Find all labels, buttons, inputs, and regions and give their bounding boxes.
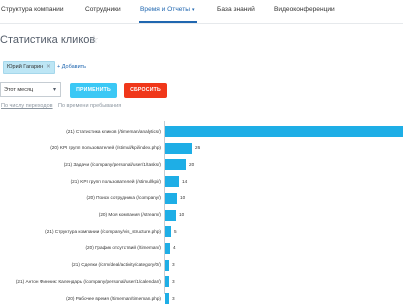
bar[interactable] bbox=[165, 176, 179, 188]
filter-bar: Юрий Гагарин ✕ + Добавить bbox=[0, 58, 403, 74]
nav-item-time-reports[interactable]: Время и Отчеты ▾ bbox=[140, 6, 195, 13]
bar-value-label: 3 bbox=[172, 278, 175, 284]
bar-label: (21) Структура компании (/company/vis_st… bbox=[45, 228, 161, 234]
top-navigation: Структура компании Сотрудники Время и От… bbox=[0, 0, 403, 24]
bar-label: (21) KPI групп пользователей (/stimul/kp… bbox=[70, 178, 161, 184]
sort-tab-by-time[interactable]: По времени пребывания bbox=[58, 103, 121, 109]
nav-item-video-conferences[interactable]: Видеоконференции bbox=[274, 6, 335, 13]
add-filter-link[interactable]: + Добавить bbox=[57, 64, 86, 70]
sort-tab-by-clicks[interactable]: По числу переходов bbox=[1, 103, 53, 109]
bar[interactable] bbox=[165, 293, 169, 304]
bar-label: (21) Сделки (/crm/deal/activity/category… bbox=[71, 262, 161, 268]
star-icon[interactable]: ☆ bbox=[89, 33, 99, 46]
bar-value-label: 14 bbox=[182, 178, 188, 184]
bar[interactable] bbox=[165, 142, 192, 154]
bar[interactable] bbox=[165, 259, 169, 271]
period-select[interactable]: Этот месяц ▾ bbox=[0, 82, 61, 97]
bar[interactable] bbox=[165, 126, 403, 137]
bar-label: (20) Поиск сотрудника (/company/) bbox=[86, 195, 161, 201]
nav-item-knowledge-base[interactable]: База знаний bbox=[217, 6, 255, 13]
bar-value-label: 3 bbox=[172, 262, 175, 268]
nav-item-structure[interactable]: Структура компании bbox=[1, 6, 64, 13]
bar-label: (20) Моя компания (/stream/) bbox=[98, 212, 161, 217]
filter-chip-user[interactable]: Юрий Гагарин ✕ bbox=[3, 61, 55, 74]
bar-label: (21) Статистика кликов (/timeman/analyti… bbox=[66, 128, 161, 134]
apply-button[interactable]: ПРИМЕНИТЬ bbox=[70, 83, 117, 98]
bar[interactable] bbox=[165, 242, 170, 254]
close-icon[interactable]: ✕ bbox=[46, 64, 51, 70]
bar-value-label: 10 bbox=[180, 195, 186, 201]
bar[interactable] bbox=[165, 276, 169, 288]
bar-label: (21) Антон Финник: Календарь (/company/p… bbox=[15, 278, 161, 284]
nav-item-time-reports-label: Время и Отчеты bbox=[140, 6, 190, 13]
bar[interactable] bbox=[165, 159, 186, 171]
active-tab-indicator bbox=[139, 21, 197, 23]
bar-label: (20) KPI групп пользователей (/stimul/kp… bbox=[50, 145, 161, 151]
filter-chip-label: Юрий Гагарин bbox=[7, 64, 44, 70]
bar-label: (20) График отсутствий (/timeman/) bbox=[85, 245, 161, 251]
bar-value-label: 10 bbox=[179, 212, 185, 217]
reset-button[interactable]: СБРОСИТЬ bbox=[124, 83, 167, 98]
bar[interactable] bbox=[165, 209, 176, 221]
bar-label: (20) Рабочее время (/timeman/timeman.php… bbox=[66, 295, 161, 301]
bar-value-label: 20 bbox=[189, 161, 195, 167]
bar-value-label: 4 bbox=[173, 245, 176, 251]
period-select-value: Этот месяц bbox=[4, 87, 34, 93]
page-title: Статистика кликов bbox=[0, 34, 96, 46]
bar-label: (21) Задачи (/company/personal/user/1/ta… bbox=[63, 161, 161, 167]
bar[interactable] bbox=[165, 192, 177, 204]
bar-value-label: 5 bbox=[174, 228, 177, 234]
chevron-down-icon: ▾ bbox=[191, 7, 195, 13]
nav-item-employees[interactable]: Сотрудники bbox=[85, 6, 121, 13]
bar[interactable] bbox=[165, 226, 171, 238]
bar-value-label: 26 bbox=[195, 145, 201, 151]
chevron-down-icon: ▾ bbox=[52, 87, 56, 93]
bar-value-label: 3 bbox=[172, 295, 175, 301]
